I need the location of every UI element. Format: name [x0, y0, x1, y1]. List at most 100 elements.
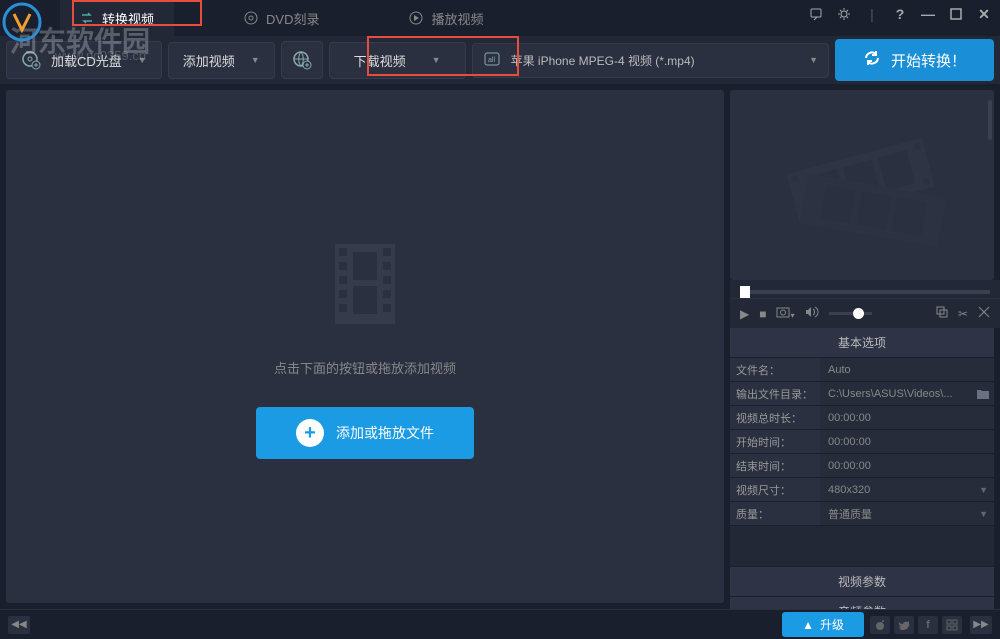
globe-add-button[interactable]: [281, 41, 323, 79]
seek-track: [740, 290, 990, 294]
volume-thumb[interactable]: [853, 308, 864, 319]
right-sidebar: ▶ ■ ▾ ✂ 基本选项 文件名： Auto 输出文件目录： C:\Users\…: [730, 84, 1000, 609]
minimize-button[interactable]: —: [920, 6, 936, 22]
plus-circle-icon: +: [296, 419, 324, 447]
bottom-left-controls: ◀◀: [8, 616, 30, 634]
main-content-area: 点击下面的按钮或拖放添加视频 + 添加或拖放文件: [0, 84, 1000, 609]
cut-button[interactable]: ✂: [958, 307, 968, 321]
maximize-button[interactable]: [948, 6, 964, 22]
tab-convert-video[interactable]: 转换视频: [60, 0, 174, 36]
tab-play-video[interactable]: 播放视频: [389, 0, 503, 36]
play-button[interactable]: ▶: [740, 307, 749, 321]
add-video-button[interactable]: 添加视频 ▼: [168, 42, 275, 79]
option-row-filename: 文件名： Auto: [730, 358, 994, 382]
collapse-left-button[interactable]: ◀◀: [8, 616, 30, 634]
play-icon: [409, 11, 423, 25]
film-placeholder-icon: [325, 234, 405, 334]
social-buttons: f ▶▶: [870, 616, 992, 634]
twitter-button[interactable]: [894, 616, 914, 634]
option-label: 质量：: [730, 502, 820, 525]
download-video-button[interactable]: 下载视频 ▼: [329, 42, 466, 79]
help-icon[interactable]: ?: [892, 6, 908, 22]
film-strip-icon: [762, 115, 962, 255]
chevron-down-icon: ▼: [979, 509, 988, 519]
playback-controls: ▶ ■ ▾ ✂: [730, 298, 1000, 328]
convert-icon: [80, 11, 94, 25]
cd-add-icon: [21, 50, 41, 70]
audio-params-header[interactable]: 音频参数: [730, 597, 994, 609]
button-label: 升级: [820, 616, 844, 633]
volume-icon[interactable]: [805, 306, 819, 321]
tab-label: DVD刻录: [266, 9, 319, 28]
video-list-panel[interactable]: 点击下面的按钮或拖放添加视频 + 添加或拖放文件: [6, 90, 724, 603]
output-format-select[interactable]: all 苹果 iPhone MPEG-4 视频 (*.mp4) ▼: [472, 43, 829, 78]
chevron-down-icon: ▼: [251, 55, 260, 65]
button-label: 添加视频: [183, 51, 235, 70]
option-label: 结束时间：: [730, 454, 820, 477]
seek-bar[interactable]: [730, 280, 1000, 298]
button-label: 加载CD光盘: [51, 51, 122, 70]
volume-slider[interactable]: [829, 312, 873, 315]
format-label: 苹果 iPhone MPEG-4 视频 (*.mp4): [511, 52, 799, 69]
globe-add-icon: [292, 50, 312, 70]
option-value-output[interactable]: C:\Users\ASUS\Videos\...: [820, 382, 994, 405]
seek-thumb[interactable]: [740, 286, 750, 298]
window-controls: | ? — ✕: [808, 6, 992, 22]
option-label: 输出文件目录：: [730, 382, 820, 405]
chevron-down-icon: ▼: [138, 55, 147, 65]
button-label: 添加或拖放文件: [336, 423, 434, 443]
chevron-down-icon: ▼: [809, 55, 818, 65]
disc-icon: [244, 11, 258, 25]
svg-text:all: all: [488, 57, 495, 64]
option-value-quality[interactable]: 普通质量▼: [820, 502, 994, 525]
fullscreen-button[interactable]: [942, 616, 962, 634]
option-value-start[interactable]: 00:00:00: [820, 430, 994, 453]
option-row-video-size: 视频尺寸： 480x320▼: [730, 478, 994, 502]
feedback-icon[interactable]: [808, 6, 824, 22]
weibo-button[interactable]: [870, 616, 890, 634]
browse-folder-icon[interactable]: [976, 388, 990, 400]
button-label: 开始转换！: [891, 50, 966, 71]
stop-button[interactable]: ■: [759, 307, 766, 321]
tab-label: 播放视频: [431, 9, 483, 28]
top-tabs-bar: 转换视频 DVD刻录 播放视频 | ? — ✕: [0, 0, 1000, 36]
collapse-right-button[interactable]: ▶▶: [970, 616, 992, 634]
upgrade-button[interactable]: ▲ 升级: [782, 612, 864, 637]
video-params-header[interactable]: 视频参数: [730, 566, 994, 597]
refresh-icon: [863, 49, 881, 71]
chevron-down-icon: ▼: [979, 485, 988, 495]
divider: |: [864, 6, 880, 22]
option-value-size[interactable]: 480x320▼: [820, 478, 994, 501]
snapshot-button[interactable]: ▾: [776, 306, 794, 321]
button-label: 下载视频: [354, 51, 406, 70]
option-label: 开始时间：: [730, 430, 820, 453]
option-value-filename[interactable]: Auto: [820, 358, 994, 381]
option-row-end-time: 结束时间： 00:00:00: [730, 454, 994, 478]
bottom-status-bar: ◀◀ ▲ 升级 f ▶▶: [0, 609, 1000, 639]
up-arrow-icon: ▲: [802, 618, 814, 632]
option-value: 00:00:00: [820, 406, 994, 429]
add-file-button[interactable]: + 添加或拖放文件: [256, 407, 474, 459]
options-panel: 基本选项 文件名： Auto 输出文件目录： C:\Users\ASUS\Vid…: [730, 328, 994, 609]
crop-button[interactable]: [978, 306, 990, 321]
option-row-total-duration: 视频总时长： 00:00:00: [730, 406, 994, 430]
start-convert-button[interactable]: 开始转换！: [835, 39, 994, 81]
option-row-output-dir: 输出文件目录： C:\Users\ASUS\Videos\...: [730, 382, 994, 406]
option-label: 文件名：: [730, 358, 820, 381]
close-button[interactable]: ✕: [976, 6, 992, 22]
settings-icon[interactable]: [836, 6, 852, 22]
tab-label: 转换视频: [102, 9, 154, 28]
option-row-start-time: 开始时间： 00:00:00: [730, 430, 994, 454]
basic-options-header: 基本选项: [730, 328, 994, 358]
video-preview: [730, 90, 994, 280]
tab-dvd-burn[interactable]: DVD刻录: [224, 0, 339, 36]
facebook-button[interactable]: f: [918, 616, 938, 634]
app-logo: [2, 2, 42, 47]
drop-hint-text: 点击下面的按钮或拖放添加视频: [274, 358, 456, 377]
option-label: 视频尺寸：: [730, 478, 820, 501]
scrollbar-thumb[interactable]: [988, 100, 992, 140]
chevron-down-icon: ▼: [432, 55, 441, 65]
option-value-end[interactable]: 00:00:00: [820, 454, 994, 477]
copy-button[interactable]: [936, 306, 948, 321]
format-icon: all: [483, 50, 501, 71]
